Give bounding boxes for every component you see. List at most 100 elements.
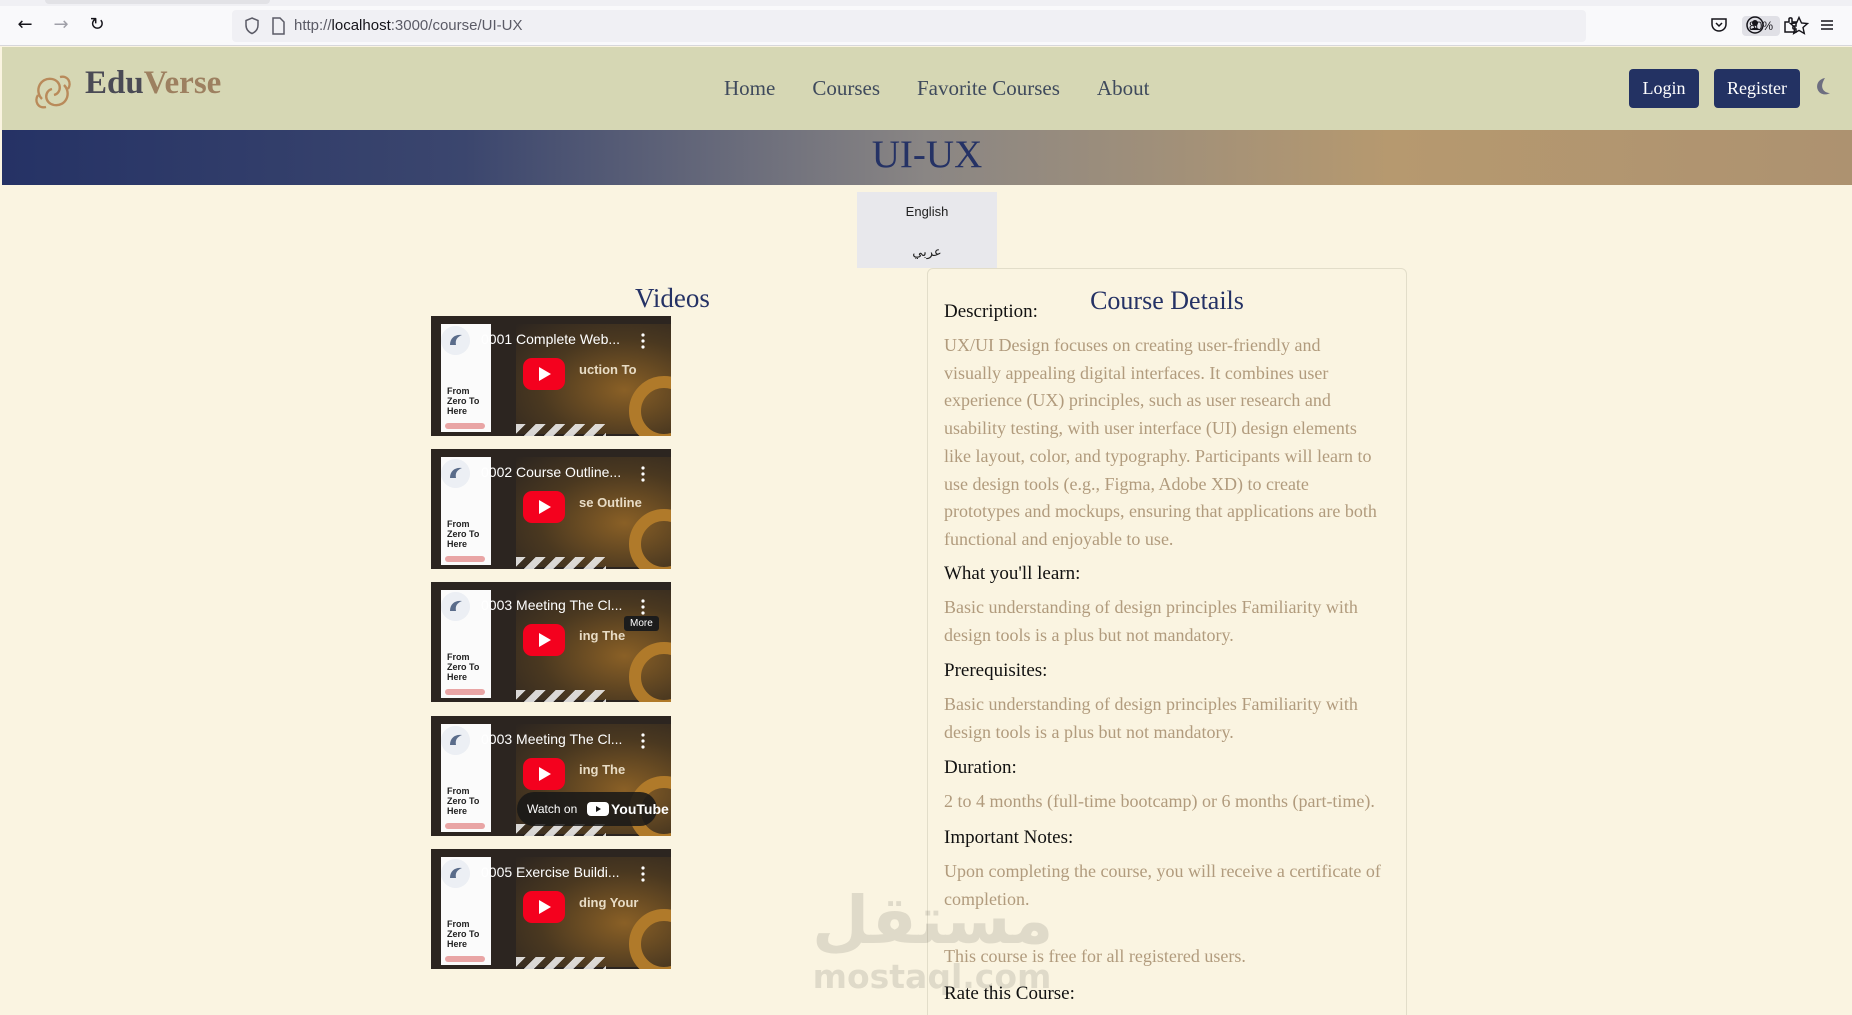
prerequisites-text: Basic understanding of design principles… <box>944 691 1394 746</box>
play-button-icon[interactable] <box>523 758 565 790</box>
active-tab[interactable] <box>45 0 270 4</box>
more-tooltip: More <box>624 616 659 631</box>
logo-icon[interactable] <box>30 69 76 115</box>
nav-link-about[interactable]: About <box>1097 76 1150 101</box>
thumbnail-heading-text: ding Your <box>579 895 639 910</box>
video-more-options-icon[interactable] <box>639 465 647 483</box>
description-label: Description: <box>944 301 1038 322</box>
forward-arrow-icon[interactable]: → <box>49 13 73 37</box>
thumbnail-zigzag <box>516 557 606 569</box>
reload-icon[interactable]: ↻ <box>85 13 109 37</box>
nav-link-favorite-courses[interactable]: Favorite Courses <box>917 76 1060 101</box>
nav-link-courses[interactable]: Courses <box>812 76 880 101</box>
language-option-english[interactable]: English <box>857 204 997 219</box>
menu-hamburger-icon[interactable] <box>1816 14 1838 36</box>
thumbnail-card-text: From Zero To Here <box>447 519 480 549</box>
play-button-icon[interactable] <box>523 624 565 656</box>
channel-avatar-icon[interactable] <box>441 726 470 755</box>
description-line: experience (UX) principles, such as user… <box>944 390 1331 411</box>
pocket-icon[interactable] <box>1708 14 1730 36</box>
mostaql-watermark: مستقل mostaql.com <box>812 882 1054 997</box>
description-line: prototypes and mockups, ensuring that ap… <box>944 501 1377 522</box>
account-icon[interactable] <box>1744 14 1766 36</box>
prerequisites-line: Basic understanding of design principles… <box>944 694 1358 714</box>
video-thumbnail[interactable]: From Zero To Here uction To 0001 Complete … <box>431 316 671 436</box>
nav-link-home[interactable]: Home <box>724 76 775 101</box>
watermark-arabic: مستقل <box>812 882 1054 959</box>
thumbnail-card-text: From Zero To Here <box>447 786 480 816</box>
extensions-icon[interactable] <box>1780 14 1802 36</box>
play-button-icon[interactable] <box>523 891 565 923</box>
play-button-icon[interactable] <box>523 358 565 390</box>
channel-avatar-icon[interactable] <box>441 592 470 621</box>
language-option-arabic[interactable]: عربي <box>857 244 997 260</box>
prerequisites-line: design tools is a plus but not mandatory… <box>944 721 1234 742</box>
video-thumbnail[interactable]: From Zero To Here ing The 0003 Meeting The… <box>431 582 671 702</box>
video-title[interactable]: 0003 Meeting The Cl... <box>481 597 636 613</box>
thumbnail-subscribe-pill <box>445 556 485 562</box>
language-selector: English عربي <box>857 192 997 268</box>
channel-avatar-icon[interactable] <box>441 326 470 355</box>
video-title[interactable]: 0003 Meeting The Cl... <box>481 731 636 747</box>
url-host: localhost <box>331 17 391 34</box>
description-line: UX/UI Design focuses on creating user-fr… <box>944 335 1321 355</box>
thumbnail-zigzag <box>516 957 606 969</box>
url-bar[interactable]: http://localhost:3000/course/UI-UX 80% <box>232 10 1810 42</box>
learn-line: design tools is a plus but not mandatory… <box>944 624 1234 645</box>
logo-text-edu: Edu <box>85 65 144 101</box>
video-more-options-icon[interactable] <box>639 732 647 750</box>
thumbnail-heading-text: se Outline <box>579 495 642 510</box>
videos-heading: Videos <box>635 283 710 313</box>
duration-label: Duration: <box>944 757 1017 778</box>
thumbnail-card-text: From Zero To Here <box>447 919 480 949</box>
video-more-options-icon[interactable] <box>639 865 647 883</box>
logo-text[interactable]: EduVerse <box>85 65 221 102</box>
channel-avatar-icon[interactable] <box>441 459 470 488</box>
prerequisites-label: Prerequisites: <box>944 660 1048 681</box>
learn-label: What you'll learn: <box>944 563 1081 584</box>
thumbnail-subscribe-pill <box>445 423 485 429</box>
back-arrow-icon[interactable]: ← <box>13 13 37 37</box>
learn-line: Basic understanding of design principles… <box>944 597 1358 617</box>
channel-avatar-icon[interactable] <box>441 859 470 888</box>
description-line: visually appealing digital interfaces. I… <box>944 362 1329 383</box>
video-more-options-icon[interactable] <box>639 332 647 350</box>
page-info-icon[interactable] <box>268 16 288 36</box>
thumbnail-subscribe-pill <box>445 956 485 962</box>
video-more-options-icon[interactable] <box>639 598 647 616</box>
main-menu: Home Courses Favorite Courses About <box>724 76 1149 101</box>
video-title[interactable]: 0005 Exercise Buildi... <box>481 864 636 880</box>
thumbnail-subscribe-pill <box>445 823 485 829</box>
thumbnail-heading-text: ing The <box>579 762 626 777</box>
video-thumbnail[interactable]: From Zero To Here ding Your 0005 Exercise … <box>431 849 671 969</box>
video-thumbnail[interactable]: From Zero To Here ing The 0003 Meeting The… <box>431 716 671 836</box>
shield-icon[interactable] <box>242 16 262 36</box>
youtube-label: YouTube <box>611 801 669 817</box>
important-notes-label: Important Notes: <box>944 827 1074 848</box>
video-title[interactable]: 0001 Complete Web... <box>481 331 636 347</box>
watch-on-youtube-button[interactable]: Watch on YouTube <box>517 792 669 826</box>
description-line: use design tools (e.g., Figma, Adobe XD)… <box>944 473 1309 494</box>
watch-on-label: Watch on <box>527 802 578 816</box>
description-line: functional and enjoyable to use. <box>944 528 1174 549</box>
description-line: usability testing, with user interface (… <box>944 418 1357 439</box>
url-path: :3000/course/UI-UX <box>390 17 523 34</box>
site-navbar: EduVerse Home Courses Favorite Courses A… <box>2 47 1852 130</box>
youtube-logo-icon <box>587 802 609 816</box>
login-button[interactable]: Login <box>1629 69 1699 108</box>
register-button[interactable]: Register <box>1714 69 1800 108</box>
thumbnail-subscribe-pill <box>445 689 485 695</box>
thumbnail-heading-text: ing The <box>579 628 626 643</box>
video-thumbnail[interactable]: From Zero To Here se Outline 0002 Course O… <box>431 449 671 569</box>
url-text[interactable]: http://localhost:3000/course/UI-UX <box>294 17 522 34</box>
play-button-icon[interactable] <box>523 491 565 523</box>
video-title[interactable]: 0002 Course Outline... <box>481 464 636 480</box>
thumbnail-card-text: From Zero To Here <box>447 386 480 416</box>
description-line: like layout, color, and typography. Part… <box>944 445 1372 466</box>
thumbnail-card-text: From Zero To Here <box>447 652 480 682</box>
dark-mode-moon-icon[interactable] <box>1810 75 1834 99</box>
course-banner: UI-UX <box>2 130 1852 185</box>
thumbnail-zigzag <box>516 690 606 702</box>
tab-strip <box>0 0 1852 6</box>
description-text: UX/UI Design focuses on creating user-fr… <box>944 332 1394 554</box>
